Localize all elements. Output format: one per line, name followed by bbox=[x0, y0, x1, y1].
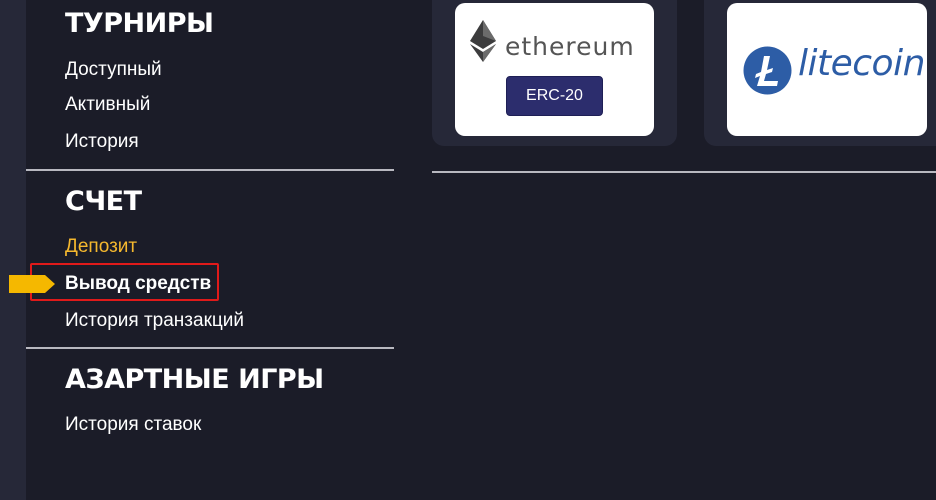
litecoin-coin-icon bbox=[743, 46, 792, 95]
sidebar: ТУРНИРЫ Доступный Активный История СЧЕТ … bbox=[26, 0, 394, 500]
section-title-gambling: АЗАРТНЫЕ ИГРЫ bbox=[65, 364, 324, 395]
litecoin-wordmark: litecoin bbox=[798, 43, 925, 84]
left-edge-strip bbox=[0, 0, 26, 500]
withdraw-highlight-box bbox=[30, 263, 219, 301]
sidebar-item-bet-history[interactable]: История ставок bbox=[65, 414, 201, 436]
sidebar-item-history[interactable]: История bbox=[65, 131, 139, 153]
sidebar-item-transaction-history[interactable]: История транзакций bbox=[65, 310, 244, 332]
sidebar-divider bbox=[26, 347, 394, 349]
sidebar-item-active[interactable]: Активный bbox=[65, 94, 150, 116]
ethereum-card[interactable]: ethereum ERC-20 bbox=[432, 0, 677, 146]
pointer-arrow-icon bbox=[9, 275, 55, 293]
erc20-badge[interactable]: ERC-20 bbox=[506, 76, 603, 116]
sidebar-item-available[interactable]: Доступный bbox=[65, 59, 162, 81]
ethereum-logo-tile[interactable]: ethereum ERC-20 bbox=[455, 3, 654, 136]
content-divider bbox=[432, 171, 936, 173]
section-title-account: СЧЕТ bbox=[65, 186, 142, 217]
ethereum-wordmark: ethereum bbox=[505, 32, 635, 61]
ethereum-diamond-icon bbox=[470, 20, 496, 62]
litecoin-card[interactable]: litecoin bbox=[704, 0, 936, 146]
sidebar-divider bbox=[26, 169, 394, 171]
page: ТУРНИРЫ Доступный Активный История СЧЕТ … bbox=[0, 0, 936, 500]
litecoin-logo-tile[interactable]: litecoin bbox=[727, 3, 927, 136]
section-title-tournaments: ТУРНИРЫ bbox=[65, 8, 214, 39]
sidebar-item-deposit[interactable]: Депозит bbox=[65, 236, 137, 258]
